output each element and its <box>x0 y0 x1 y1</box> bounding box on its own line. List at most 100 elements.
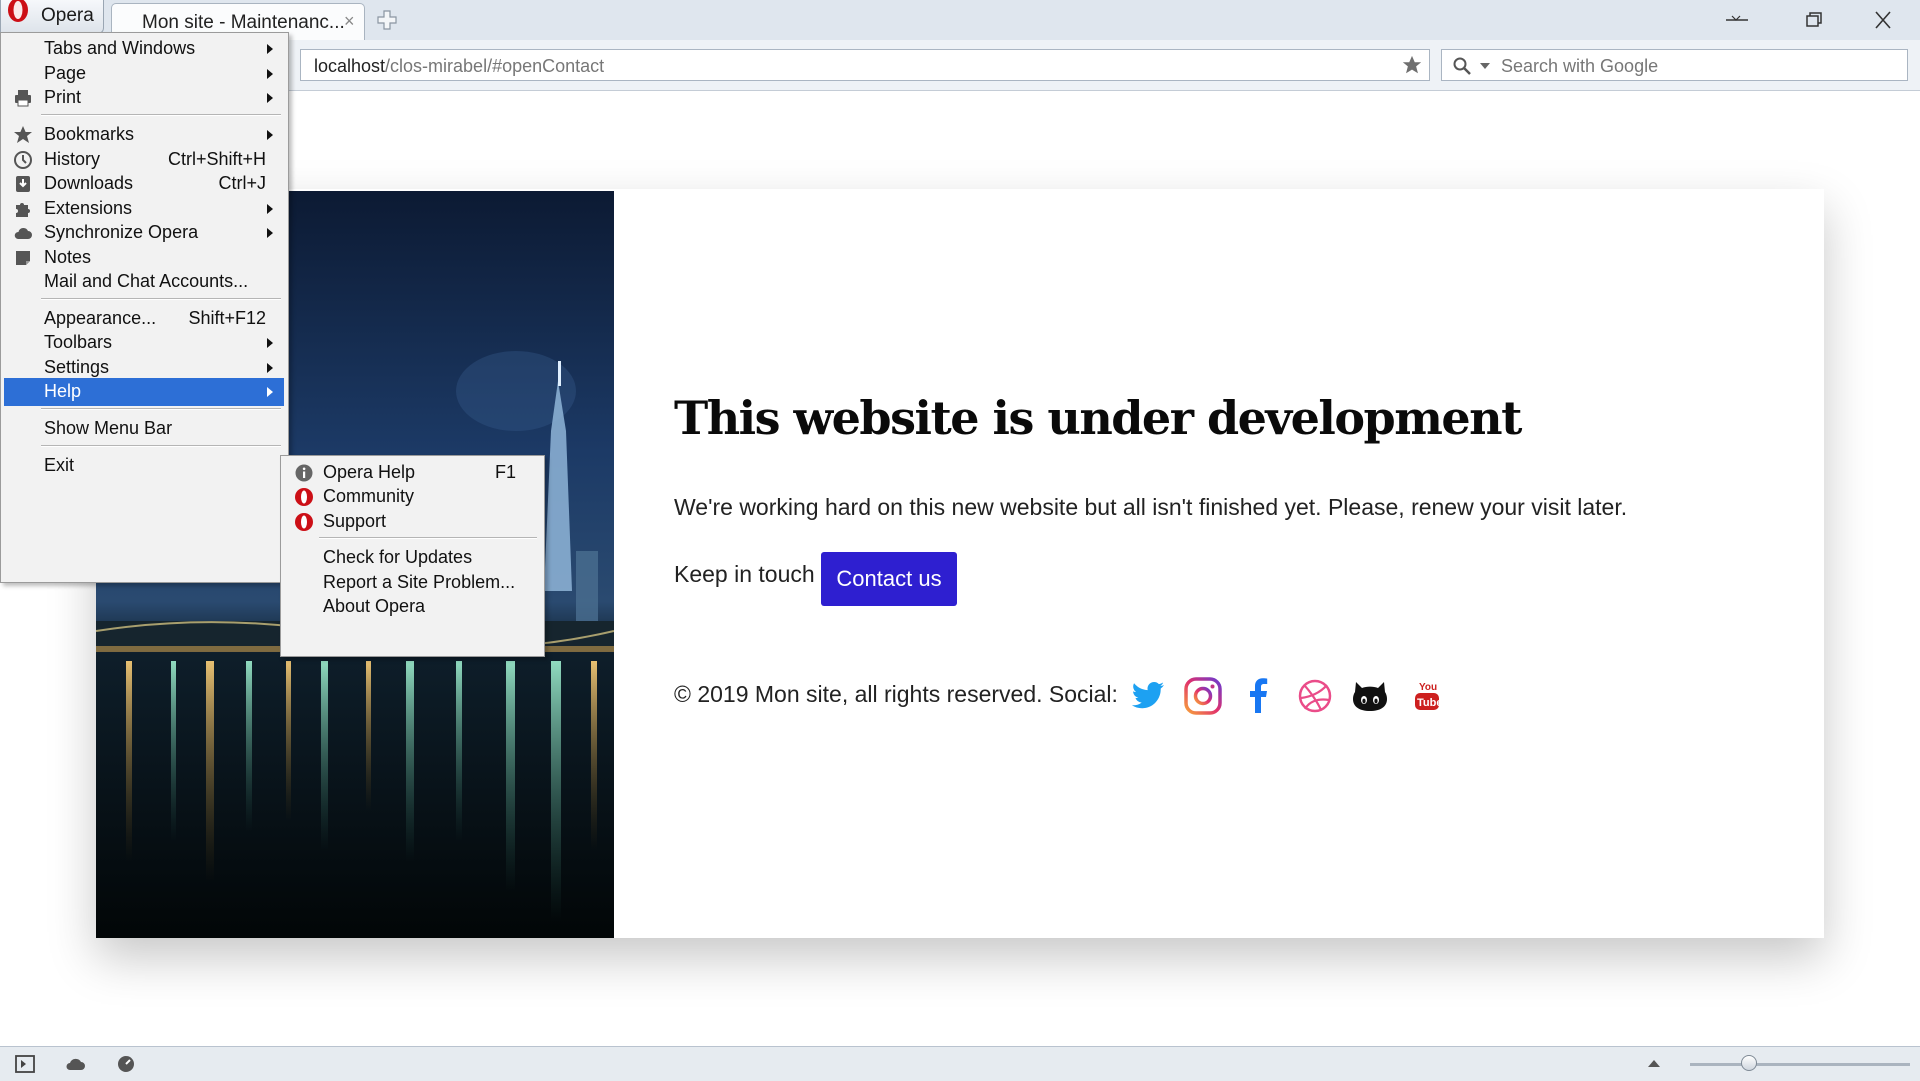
keep-in-touch-label: Keep in touch <box>674 561 815 587</box>
panel-toggle-icon[interactable] <box>14 1054 36 1074</box>
help-item-community[interactable]: Community <box>284 483 540 511</box>
address-host: localhost/clos-mirabel/#openContact <box>314 56 604 77</box>
menu-item-label: Print <box>44 87 82 107</box>
menu-item-downloads[interactable]: Downloads Ctrl+J <box>4 170 284 198</box>
menu-item-label: Opera Help <box>323 462 416 482</box>
opera-main-menu: Tabs and Windows Page Print Bookmarks Histor… <box>0 32 289 583</box>
menu-item-tabs-and-windows[interactable]: Tabs and Windows <box>4 35 284 63</box>
menu-item-shortcut: Ctrl+Shift+H <box>167 149 266 169</box>
new-tab-icon[interactable] <box>376 9 398 31</box>
menu-item-label: Downloads <box>44 173 134 193</box>
menu-item-shortcut: F1 <box>494 462 516 482</box>
close-window-icon[interactable] <box>1868 8 1898 32</box>
help-item-support[interactable]: Support <box>284 508 540 536</box>
menu-item-label: Show Menu Bar <box>44 418 173 438</box>
menu-item-toolbars[interactable]: Toolbars <box>4 329 284 357</box>
svg-text:You: You <box>1419 682 1437 693</box>
tab-title: Mon site - Maintenanc... <box>142 12 345 33</box>
menu-separator <box>41 445 281 447</box>
facebook-icon[interactable] <box>1239 676 1279 716</box>
submenu-arrow-icon <box>267 387 273 397</box>
clock-icon <box>14 151 32 169</box>
opera-logo-icon <box>8 0 28 22</box>
address-path: /clos-mirabel/#openContact <box>385 56 605 76</box>
menu-item-label: Notes <box>44 247 92 267</box>
menu-item-label: About Opera <box>323 596 426 616</box>
submenu-arrow-icon <box>267 228 273 238</box>
youtube-icon[interactable]: You Tube <box>1406 676 1446 716</box>
dribbble-icon[interactable] <box>1295 676 1335 716</box>
opera-o-icon <box>295 488 313 506</box>
page-title: This website is under development <box>674 391 1522 445</box>
search-field[interactable]: Search with Google <box>1441 49 1908 81</box>
menu-item-help[interactable]: Help <box>4 378 284 406</box>
menu-item-label: Report a Site Problem... <box>323 572 516 592</box>
menu-item-label: Tabs and Windows <box>44 38 196 58</box>
help-submenu: Opera Help F1 Community Support Check for Up… <box>280 455 545 657</box>
opera-menu-label: Opera <box>41 5 94 26</box>
star-icon <box>14 126 32 143</box>
menu-item-label: History <box>44 149 101 169</box>
menu-item-label: Page <box>44 63 87 83</box>
address-host-text: localhost <box>314 56 386 76</box>
opera-o-icon <box>295 513 313 531</box>
menu-item-print[interactable]: Print <box>4 84 284 112</box>
menu-item-label: Settings <box>44 357 110 377</box>
menu-item-label: Synchronize Opera <box>44 222 199 242</box>
restore-icon[interactable] <box>1798 8 1828 32</box>
menu-item-label: Toolbars <box>44 332 113 352</box>
download-icon <box>16 176 30 192</box>
zoom-slider-track[interactable] <box>1690 1063 1910 1066</box>
opera-menu-button[interactable]: Opera <box>0 0 104 34</box>
menu-item-bookmarks[interactable]: Bookmarks <box>4 121 284 149</box>
instagram-icon[interactable] <box>1183 676 1223 716</box>
printer-icon <box>15 90 31 107</box>
submenu-arrow-icon <box>267 338 273 348</box>
menu-item-label: Extensions <box>44 198 133 218</box>
submenu-arrow-icon <box>267 93 273 103</box>
bookmark-star-icon[interactable] <box>1401 54 1423 76</box>
menu-item-label: Check for Updates <box>323 547 473 567</box>
menu-item-label: Community <box>323 486 415 506</box>
menu-item-label: Bookmarks <box>44 124 135 144</box>
address-field[interactable]: localhost/clos-mirabel/#openContact <box>300 49 1430 81</box>
footer-copyright: © 2019 Mon site, all rights reserved. So… <box>674 681 1118 707</box>
opera-link-cloud-icon[interactable] <box>64 1054 86 1074</box>
menu-item-shortcut: Ctrl+J <box>218 173 266 193</box>
twitter-icon[interactable] <box>1128 676 1168 716</box>
menu-separator <box>319 537 537 539</box>
github-icon[interactable] <box>1350 676 1390 716</box>
submenu-arrow-icon <box>267 363 273 373</box>
menu-item-label: Help <box>44 381 82 401</box>
puzzle-icon <box>16 203 30 217</box>
svg-text:Tube: Tube <box>1417 697 1442 709</box>
status-bar <box>0 1046 1920 1081</box>
submenu-arrow-icon <box>267 130 273 140</box>
menu-separator <box>41 408 281 410</box>
search-placeholder: Search with Google <box>1501 56 1659 76</box>
speed-dial-icon[interactable] <box>115 1054 137 1074</box>
menu-item-label: Exit <box>44 455 75 475</box>
page-description: We're working hard on this new website b… <box>674 494 1628 520</box>
menu-item-exit[interactable]: Exit <box>4 452 284 480</box>
tab-close-icon[interactable]: × <box>344 12 355 30</box>
menu-item-mail-and-chat-accounts[interactable]: Mail and Chat Accounts... <box>4 268 284 296</box>
search-icon <box>1453 57 1471 75</box>
help-item-about-opera[interactable]: About Opera <box>284 593 540 621</box>
note-icon <box>16 251 30 265</box>
cloud-icon <box>14 227 33 239</box>
menu-item-label: Support <box>323 511 387 531</box>
menu-item-show-menu-bar[interactable]: Show Menu Bar <box>4 415 284 443</box>
menu-item-label: Mail and Chat Accounts... <box>44 271 249 291</box>
menu-item-label: Appearance... <box>44 308 157 328</box>
contact-us-button[interactable]: Contact us <box>821 552 957 606</box>
minimize-icon[interactable] <box>1722 8 1752 32</box>
zoom-slider-knob[interactable] <box>1741 1055 1757 1071</box>
menu-separator <box>41 298 281 300</box>
submenu-arrow-icon <box>267 69 273 79</box>
help-item-check-for-updates[interactable]: Check for Updates <box>284 544 540 572</box>
menu-item-synchronize-opera[interactable]: Synchronize Opera <box>4 219 284 247</box>
search-engine-dropdown-icon[interactable] <box>1480 63 1490 69</box>
submenu-arrow-icon <box>267 44 273 54</box>
zoom-menu-arrow-icon[interactable] <box>1648 1060 1660 1067</box>
